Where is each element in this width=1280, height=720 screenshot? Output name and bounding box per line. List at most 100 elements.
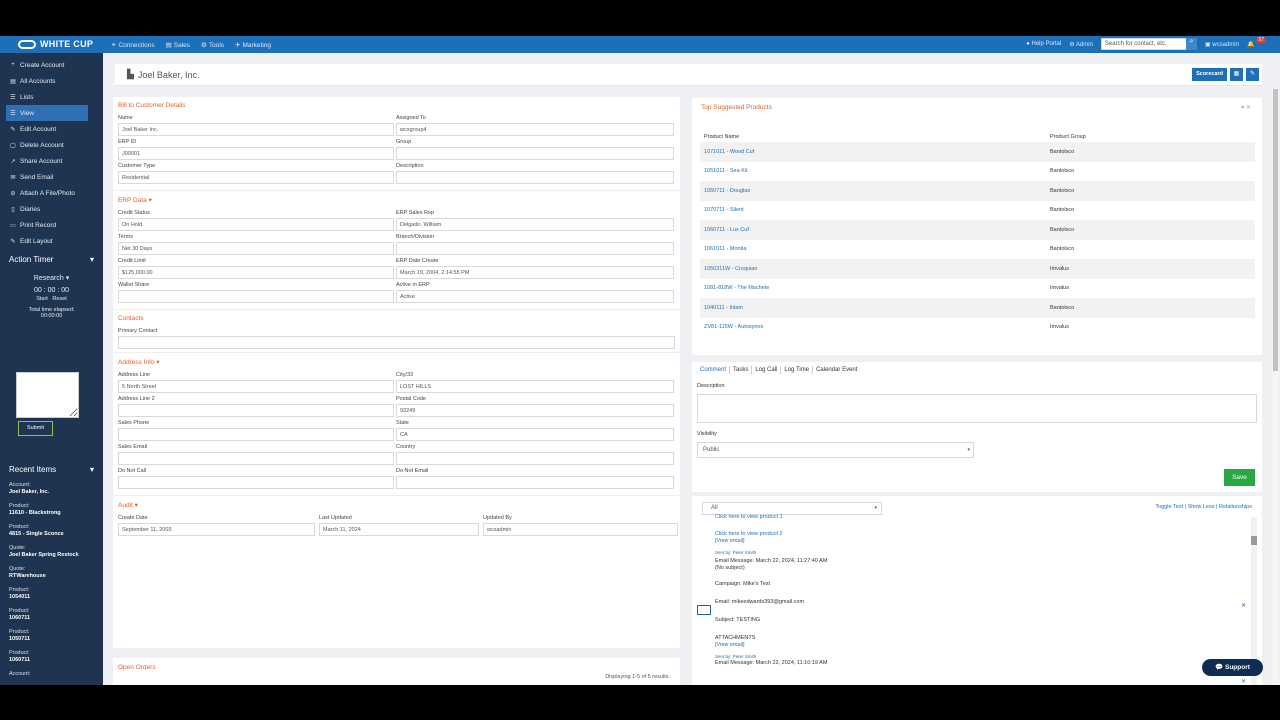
grid-icon[interactable]: ▦ — [1230, 68, 1243, 81]
edit-icon[interactable]: ✎ — [1246, 68, 1259, 81]
search-icon[interactable]: ⌕ — [1185, 38, 1197, 50]
postal-code-input[interactable]: 93249 — [396, 404, 674, 417]
brand-logo[interactable]: WHITE CUP — [18, 39, 93, 49]
section-title-address-info[interactable]: Address Info ▾ — [118, 358, 675, 366]
close-icon[interactable]: ✕ — [1241, 602, 1246, 609]
product-link[interactable]: ZV81-115W - Autosynos — [700, 318, 1050, 338]
product-link[interactable]: 1050311W - Croquian — [700, 259, 1050, 279]
bell-icon[interactable]: 🔔 — [1247, 41, 1254, 48]
recent-item[interactable]: Product: 1054011 — [9, 587, 99, 601]
create-date-input[interactable]: September 11, 2003 — [118, 523, 315, 536]
address-line-input[interactable]: 5 North Street — [118, 380, 394, 393]
recent-item[interactable]: Product: 1050711 — [9, 629, 99, 643]
product-link[interactable]: 1070711 - Silent — [700, 201, 1050, 221]
close-icon[interactable]: ✕ — [1241, 678, 1246, 685]
tab-calendar-event[interactable]: Calendar Event — [813, 366, 860, 374]
updated-by-input[interactable]: wcsadmin — [483, 523, 678, 536]
sidebar-item-share-account[interactable]: ↗ Share Account — [0, 153, 103, 169]
visibility-select[interactable]: Public ▾ — [697, 442, 974, 458]
nav-sales[interactable]: ▤ Sales — [166, 41, 190, 50]
sidebar-item-edit-account[interactable]: ✎ Edit Account — [0, 121, 103, 137]
nav-tools[interactable]: ⚙ Tools — [201, 41, 224, 50]
sidebar-item-attach-file[interactable]: ⊘ Attach A File/Photo — [0, 185, 103, 201]
timer-reset-button[interactable]: Reset — [52, 296, 66, 302]
recent-item[interactable]: Product: 4815 - Single Sconce — [9, 524, 99, 538]
sidebar-item-send-email[interactable]: ✉ Send Email — [0, 169, 103, 185]
sales-phone-input[interactable] — [118, 428, 394, 441]
user-menu[interactable]: ▣ wcsadmin — [1205, 41, 1239, 48]
erp-sales-rep-input[interactable]: Delgado, William — [396, 218, 674, 231]
feed-link[interactable]: Click here to view product 1 — [715, 514, 1245, 521]
product-link[interactable]: 1071011 - Wood Cuf — [700, 142, 1050, 162]
support-button[interactable]: 💬 Support — [1202, 659, 1263, 676]
do-not-call-input[interactable] — [118, 476, 394, 489]
action-timer-header[interactable]: Action Timer ▾ — [0, 249, 103, 264]
timer-activity-select[interactable]: Research ▾ — [0, 274, 103, 282]
product-link[interactable]: 1081-818W - The Machete — [700, 279, 1050, 299]
recent-item[interactable]: Product: 11610 - Blackstrong — [9, 503, 99, 517]
group-input[interactable] — [396, 147, 674, 160]
view-email-link[interactable]: [View email] — [715, 642, 1245, 649]
product-link[interactable]: 1040111 - Inlam — [700, 298, 1050, 318]
close-icon[interactable]: ✕ — [1246, 105, 1251, 111]
state-input[interactable]: CA — [396, 428, 674, 441]
sidebar-item-diaries[interactable]: ▯ Diaries — [0, 201, 103, 217]
recent-item[interactable]: Account: Joel Baker, Inc. — [9, 482, 99, 496]
sidebar-item-all-accounts[interactable]: ▤ All Accounts — [0, 73, 103, 89]
sidebar-item-edit-layout[interactable]: ✎ Edit Layout — [0, 233, 103, 249]
feed-link[interactable]: Click here to view product 2 — [715, 531, 1245, 538]
sidebar-item-lists[interactable]: ☰ Lists — [0, 89, 103, 105]
recent-item[interactable]: Product: 1060711 — [9, 650, 99, 664]
recent-items-header[interactable]: Recent Items ▾ — [9, 465, 94, 474]
sidebar-item-delete-account[interactable]: ▢ Delete Account — [0, 137, 103, 153]
wallet-share-input[interactable] — [118, 290, 394, 303]
credit-limit-input[interactable]: $125,000.00 — [118, 266, 394, 279]
nav-connections[interactable]: ⚭ Connections — [111, 41, 155, 50]
name-input[interactable]: Joel Baker Inc. — [118, 123, 394, 136]
collapse-icon[interactable]: ▾ — [1241, 105, 1244, 111]
timer-notes-textarea[interactable] — [16, 372, 79, 418]
sidebar-item-create-account[interactable]: + Create Account — [0, 57, 103, 73]
terms-input[interactable]: Net 30 Days — [118, 242, 394, 255]
tab-comment[interactable]: Comment — [697, 366, 731, 374]
assigned-to-input[interactable]: wcsgroup4 — [396, 123, 674, 136]
tab-tasks[interactable]: Tasks — [730, 366, 753, 374]
page-scrollbar[interactable] — [1272, 89, 1279, 685]
view-email-link[interactable]: [View email] — [715, 538, 1245, 545]
recent-item[interactable]: Product: 1060711 — [9, 608, 99, 622]
do-not-email-input[interactable] — [396, 476, 674, 489]
description-input[interactable] — [396, 171, 674, 184]
section-title-audit[interactable]: Audit ▾ — [118, 501, 675, 509]
section-title-erp-data[interactable]: ERP Data ▾ — [118, 196, 675, 204]
scorecard-button[interactable]: Scorecard — [1192, 68, 1227, 81]
erp-id-input[interactable]: J00001 — [118, 147, 394, 160]
timer-start-button[interactable]: Start — [36, 296, 48, 302]
last-updated-input[interactable]: March 11, 2024 — [319, 523, 479, 536]
city-input[interactable]: LOST HILLS — [396, 380, 674, 393]
sidebar-item-view[interactable]: ☰ View — [6, 105, 88, 121]
column-product-name[interactable]: Product Name — [700, 131, 1050, 142]
scrollbar-thumb[interactable] — [1273, 89, 1278, 371]
admin-link[interactable]: ⚙ Admin — [1069, 41, 1093, 48]
save-button[interactable]: Save — [1224, 469, 1255, 486]
product-link[interactable]: 1051011 - Sea Kit — [700, 162, 1050, 182]
timer-submit-button[interactable]: Submit — [18, 421, 53, 436]
credit-status-input[interactable]: On Hold — [118, 218, 394, 231]
branch-division-input[interactable] — [396, 242, 674, 255]
tab-log-call[interactable]: Log Call — [752, 366, 782, 374]
column-product-group[interactable]: Product Group — [1050, 131, 1255, 142]
country-input[interactable] — [396, 452, 674, 465]
recent-item[interactable]: Quote: Joel Baker Spring Restock — [9, 545, 99, 559]
nav-marketing[interactable]: ✈ Marketing — [235, 41, 271, 50]
erp-date-create-input[interactable]: March 19, 2004, 2:14:55 PM — [396, 266, 674, 279]
scrollbar-thumb[interactable] — [1251, 536, 1257, 545]
feed-toolbar-links[interactable]: Toggle Text | Show Less | Relationships — [1155, 504, 1252, 510]
product-link[interactable]: 1050711 - Douglas — [700, 181, 1050, 201]
product-link[interactable]: 1061011 - Montia — [700, 240, 1050, 260]
comment-description-textarea[interactable] — [697, 394, 1257, 423]
address-line-2-input[interactable] — [118, 404, 394, 417]
global-search-input[interactable]: Search for contact, etc. — [1100, 38, 1187, 50]
product-link[interactable]: 1060711 - Lux Cuf — [700, 220, 1050, 240]
primary-contact-input[interactable] — [118, 336, 675, 349]
sidebar-item-print-record[interactable]: ▭ Print Record — [0, 217, 103, 233]
